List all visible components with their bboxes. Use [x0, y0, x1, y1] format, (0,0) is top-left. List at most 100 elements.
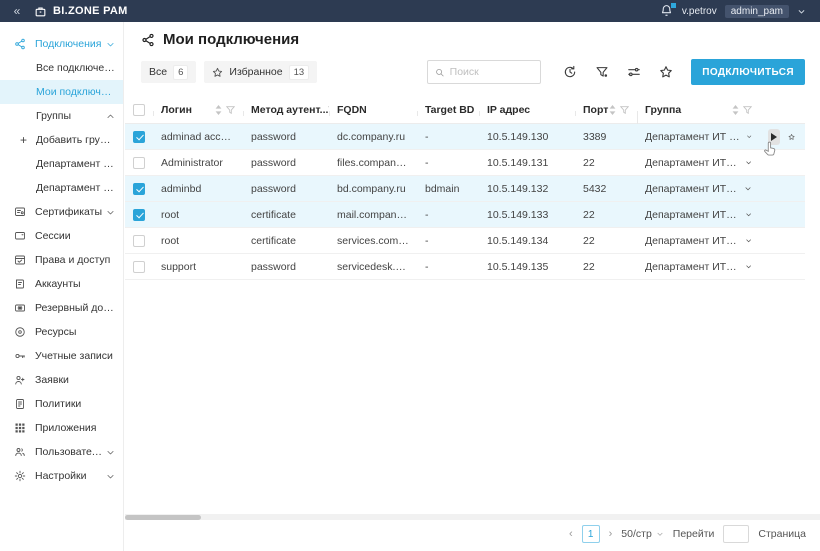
user-menu-chevron-icon[interactable]	[797, 7, 806, 16]
next-page-icon[interactable]: ›	[609, 528, 613, 540]
column-header-group[interactable]: Группа	[637, 104, 760, 124]
sidebar-collapse-icon[interactable]: «	[0, 4, 34, 18]
connections-icon	[14, 38, 27, 51]
top-bar: « BI.ZONE PAM v.petrov admin_pam	[0, 0, 820, 22]
table-row[interactable]: adminbd password bd.company.ru bdmain 10…	[125, 176, 805, 202]
sort-icon[interactable]	[732, 105, 739, 115]
sidebar-item-my-connections[interactable]: Мои подключения	[0, 80, 123, 104]
sidebar: Подключения Все подключения Мои подключе…	[0, 22, 124, 551]
page-title: Мои подключения	[163, 31, 300, 48]
connect-button[interactable]: ПОДКЛЮЧИТЬСЯ	[691, 59, 805, 85]
certificate-icon	[14, 206, 27, 219]
row-favorite-star-icon[interactable]	[788, 131, 795, 143]
filter-icon[interactable]	[226, 106, 235, 114]
row-checkbox[interactable]	[133, 260, 145, 273]
filter-funnel-icon[interactable]	[595, 65, 609, 79]
notifications-bell-icon[interactable]	[660, 3, 676, 18]
sidebar-item-applications[interactable]: Приложения	[0, 416, 123, 440]
users-icon	[14, 446, 27, 459]
row-checkbox[interactable]	[133, 156, 145, 169]
chevron-down-icon	[745, 161, 751, 165]
sidebar-item-add-group[interactable]: + Добавить группу	[0, 128, 123, 152]
column-header-login[interactable]: Логин	[153, 104, 243, 116]
chevron-down-icon	[657, 532, 663, 536]
column-header-target-bd[interactable]: Target BD	[417, 104, 479, 116]
table-row[interactable]: Administrator password files.company.ru …	[125, 150, 805, 176]
sort-icon[interactable]	[609, 105, 616, 115]
toolbar: Все 6 Избранное 13 Поиск ПОДКЛЮЧИТЬСЯ	[141, 58, 805, 86]
filter-tab-all[interactable]: Все 6	[141, 61, 197, 83]
chevron-down-icon	[106, 472, 115, 481]
table-row[interactable]: adminad account password dc.company.ru -…	[125, 124, 805, 150]
page-size-select[interactable]: 50/стр	[621, 528, 664, 540]
all-count-badge: 6	[173, 64, 189, 80]
sidebar-item-rights-access[interactable]: Права и доступ	[0, 248, 123, 272]
group-cell[interactable]: Департамент ИТ - Windows	[637, 131, 760, 143]
table-row[interactable]: root certificate services.company.ru - 1…	[125, 228, 805, 254]
sidebar-item-backup-access[interactable]: Резервный доступ	[0, 296, 123, 320]
column-header-fqdn[interactable]: FQDN	[329, 104, 417, 116]
scrollbar-thumb[interactable]	[125, 514, 201, 520]
row-checkbox[interactable]	[133, 234, 145, 247]
goto-page-input[interactable]	[723, 525, 750, 543]
filter-icon[interactable]	[620, 106, 629, 114]
user-name: v.petrov	[681, 5, 717, 17]
row-checkbox[interactable]	[133, 130, 145, 143]
table-row[interactable]: root certificate mail.company.ru - 10.5.…	[125, 202, 805, 228]
search-input[interactable]	[449, 66, 534, 78]
resources-icon	[14, 326, 27, 339]
chevron-down-icon	[746, 135, 751, 138]
group-cell[interactable]: Департамент ИТ - Linux	[637, 235, 760, 247]
search-icon	[436, 68, 444, 76]
sidebar-item-accounts[interactable]: Аккаунты	[0, 272, 123, 296]
filter-icon[interactable]	[743, 106, 752, 114]
column-header-auth-method[interactable]: Метод аутент...	[243, 104, 329, 116]
accounts-icon	[14, 278, 27, 291]
policy-document-icon	[14, 398, 27, 411]
sidebar-item-all-connections[interactable]: Все подключения	[0, 56, 123, 80]
group-cell[interactable]: Департамент ИТ - Linux	[637, 157, 760, 169]
filter-tab-favorites[interactable]: Избранное 13	[204, 61, 318, 83]
sidebar-item-connections[interactable]: Подключения	[0, 32, 123, 56]
chevron-down-icon	[106, 40, 115, 49]
sidebar-item-group-it-linux[interactable]: Департамент ИТ - Linux	[0, 176, 123, 200]
sidebar-item-credentials[interactable]: Учетные записи	[0, 344, 123, 368]
favorites-star-icon[interactable]	[659, 65, 673, 79]
history-icon[interactable]	[563, 65, 577, 79]
apps-grid-icon	[14, 422, 27, 435]
row-checkbox[interactable]	[133, 182, 145, 195]
group-cell[interactable]: Департамент ИТ - Linux	[637, 209, 760, 221]
rights-access-icon	[14, 254, 27, 267]
sidebar-item-group-it-windows[interactable]: Департамент ИТ - Wind...	[0, 152, 123, 176]
favorites-count-badge: 13	[288, 64, 310, 80]
horizontal-scrollbar[interactable]	[125, 514, 820, 520]
row-checkbox[interactable]	[133, 208, 145, 221]
user-role-badge: admin_pam	[724, 4, 789, 18]
table-row[interactable]: support password servicedesk.company.ru …	[125, 254, 805, 280]
sidebar-item-users-groups[interactable]: Пользователи и гр...	[0, 440, 123, 464]
sidebar-item-sessions[interactable]: Сессии	[0, 224, 123, 248]
column-header-ip[interactable]: IP адрес	[479, 104, 575, 116]
search-box[interactable]	[427, 60, 542, 84]
sort-icon[interactable]	[215, 105, 222, 115]
select-all-checkbox[interactable]	[133, 104, 145, 116]
sliders-icon[interactable]	[627, 65, 641, 79]
chevron-up-icon	[106, 112, 115, 121]
column-header-port[interactable]: Порт	[575, 104, 637, 116]
notification-badge	[670, 3, 676, 8]
sidebar-item-requests[interactable]: Заявки	[0, 368, 123, 392]
page-label: Страница	[758, 528, 806, 540]
current-page[interactable]: 1	[581, 525, 600, 543]
sidebar-item-certificates[interactable]: Сертификаты	[0, 200, 123, 224]
sidebar-item-policies[interactable]: Политики	[0, 392, 123, 416]
sidebar-item-settings[interactable]: Настройки	[0, 464, 123, 488]
prev-page-icon[interactable]: ‹	[569, 528, 573, 540]
sidebar-item-resources[interactable]: Ресурсы	[0, 320, 123, 344]
group-cell[interactable]: Департамент ИТ - БД	[637, 183, 760, 195]
play-connect-button[interactable]	[768, 128, 780, 145]
star-icon	[213, 67, 223, 77]
group-cell[interactable]: Департамент ИТ - Linux	[637, 261, 760, 273]
chevron-down-icon	[106, 208, 115, 217]
sidebar-item-groups[interactable]: Группы	[0, 104, 123, 128]
gear-icon	[14, 470, 27, 483]
